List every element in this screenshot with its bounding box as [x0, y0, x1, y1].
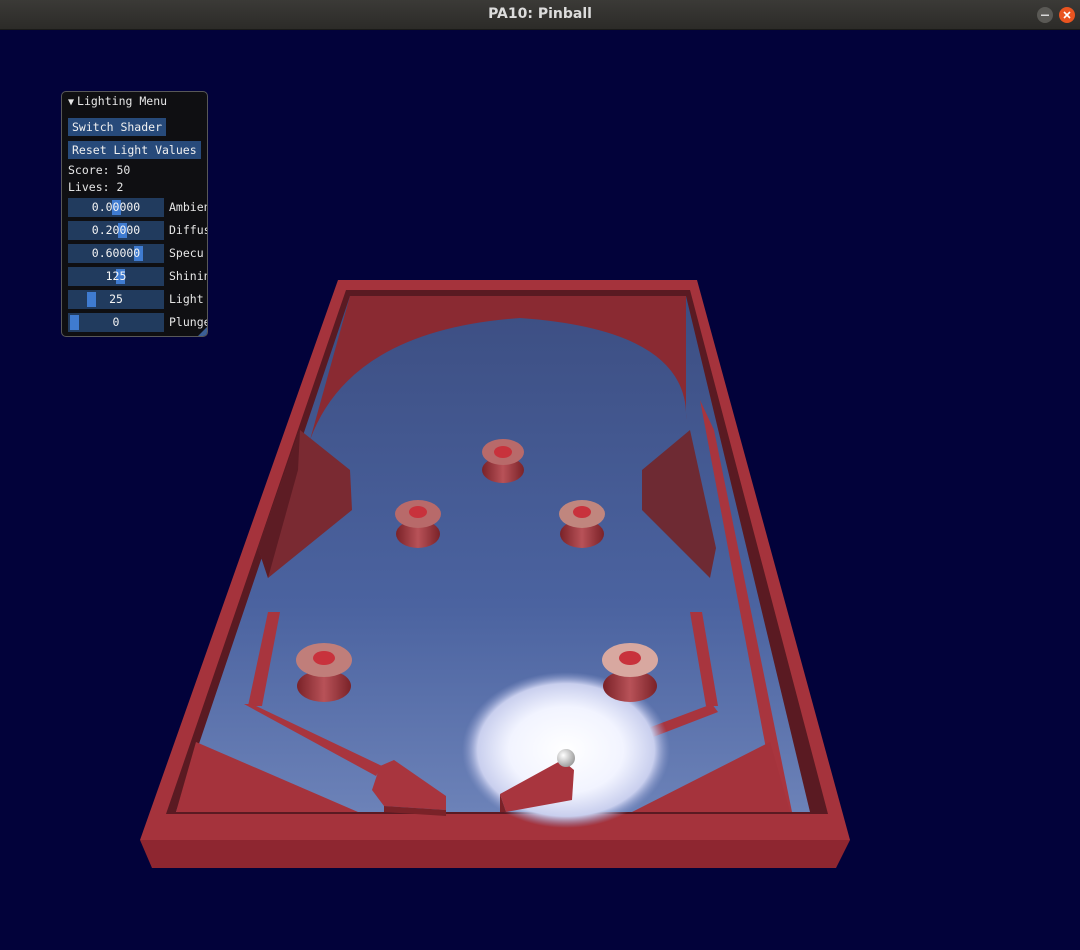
shininess-value: 125: [105, 269, 127, 283]
score-text: Score: 50: [68, 163, 131, 177]
shininess-label: Shinin: [169, 269, 208, 283]
minimize-button[interactable]: [1037, 7, 1053, 23]
reset-light-values-button[interactable]: Reset Light Values: [68, 141, 201, 159]
light-value: 25: [109, 292, 123, 306]
lighting-menu-title: Lighting Menu: [77, 94, 168, 108]
switch-shader-button[interactable]: Switch Shader: [68, 118, 167, 136]
window-title: PA10: Pinball: [488, 6, 592, 22]
light-slider[interactable]: 25: [68, 290, 164, 309]
plunger-value: 0: [112, 315, 120, 329]
specular-value: 0.60000: [91, 246, 141, 260]
ambient-label: Ambien: [169, 200, 208, 214]
specular-slider[interactable]: 0.60000: [68, 244, 164, 263]
ambient-slider[interactable]: 0.00000: [68, 198, 164, 217]
plunger-slider[interactable]: 0: [68, 313, 164, 332]
lighting-menu-header[interactable]: ▼ Lighting Menu: [62, 92, 207, 110]
close-icon: [1063, 11, 1071, 19]
ambient-value: 0.00000: [91, 200, 141, 214]
lives-text: Lives: 2: [68, 180, 124, 194]
diffuse-slider[interactable]: 0.20000: [68, 221, 164, 240]
resize-grip[interactable]: [198, 327, 207, 336]
lighting-menu-panel[interactable]: ▼ Lighting Menu Switch Shader Reset Light…: [61, 91, 208, 337]
diffuse-value: 0.20000: [91, 223, 141, 237]
light-label: Light: [169, 292, 204, 306]
triangle-down-icon[interactable]: ▼: [68, 97, 74, 108]
diffuse-label: Diffus: [169, 223, 208, 237]
minimize-icon: [1041, 11, 1049, 19]
close-button[interactable]: [1059, 7, 1075, 23]
window-titlebar: PA10: Pinball: [0, 0, 1080, 30]
shininess-slider[interactable]: 125: [68, 267, 164, 286]
bumper: [482, 439, 524, 483]
specular-label: Specu: [169, 246, 204, 260]
ball: [557, 749, 575, 767]
